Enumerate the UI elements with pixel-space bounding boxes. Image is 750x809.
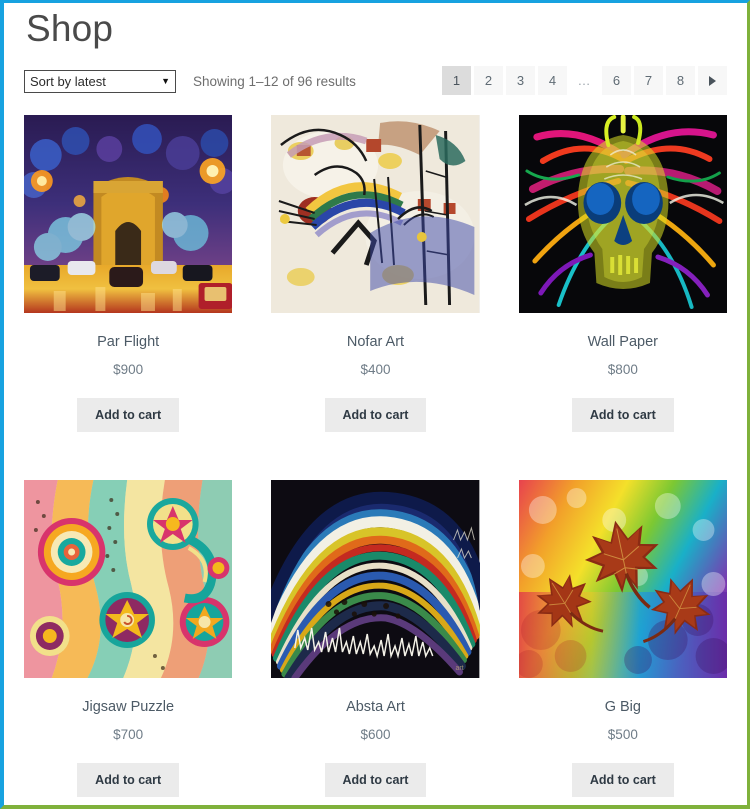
svg-text:art: art <box>456 665 464 672</box>
product-card: art Absta Art $600 Add to cart <box>271 480 480 798</box>
sort-select[interactable]: Sort by latest <box>24 69 176 93</box>
shop-toolbar: Sort by latest ▼ Showing 1–12 of 96 resu… <box>24 66 727 96</box>
product-image-jigsaw-puzzle[interactable] <box>24 480 233 679</box>
product-image-g-big[interactable] <box>518 480 727 679</box>
product-card: Nofar Art $400 Add to cart <box>271 115 480 433</box>
pagination-page-1[interactable]: 1 <box>442 66 471 96</box>
product-title[interactable]: Wall Paper <box>519 334 727 350</box>
pagination-page-8[interactable]: 8 <box>666 66 695 96</box>
product-card: Par Flight $900 Add to cart <box>24 115 233 433</box>
product-title[interactable]: Absta Art <box>271 699 479 715</box>
product-price: $700 <box>113 727 144 743</box>
pagination-page-7[interactable]: 7 <box>634 66 663 96</box>
product-title[interactable]: G Big <box>519 699 727 715</box>
product-image-par-flight[interactable] <box>24 115 233 314</box>
shop-page: Shop Sort by latest ▼ Showing 1–12 of 96… <box>0 0 750 809</box>
pagination-ellipsis: … <box>570 66 599 96</box>
product-card: Jigsaw Puzzle $700 Add to cart <box>24 480 233 798</box>
product-price: $500 <box>607 727 638 743</box>
arrow-right-icon <box>709 75 716 86</box>
add-to-cart-button[interactable]: Add to cart <box>324 398 427 433</box>
product-card: G Big $500 Add to cart <box>518 480 727 798</box>
sort-select-wrapper: Sort by latest ▼ <box>24 69 176 93</box>
product-card: Wall Paper $800 Add to cart <box>518 115 727 433</box>
add-to-cart-button[interactable]: Add to cart <box>324 763 427 798</box>
product-image-nofar-art[interactable] <box>271 115 480 314</box>
pagination: 1 2 3 4 … 6 7 8 <box>442 66 727 96</box>
add-to-cart-button[interactable]: Add to cart <box>77 763 180 798</box>
product-image-wall-paper[interactable] <box>518 115 727 314</box>
product-grid: Par Flight $900 Add to cart Nofar Art $4… <box>24 115 727 798</box>
result-count: Showing 1–12 of 96 results <box>193 73 356 89</box>
pagination-page-4[interactable]: 4 <box>538 66 567 96</box>
add-to-cart-button[interactable]: Add to cart <box>571 763 674 798</box>
add-to-cart-button[interactable]: Add to cart <box>571 398 674 433</box>
pagination-next-button[interactable] <box>698 66 727 96</box>
product-title[interactable]: Nofar Art <box>271 334 479 350</box>
product-title[interactable]: Par Flight <box>24 334 232 350</box>
product-price: $800 <box>607 362 638 378</box>
pagination-page-3[interactable]: 3 <box>506 66 535 96</box>
pagination-page-2[interactable]: 2 <box>474 66 503 96</box>
add-to-cart-button[interactable]: Add to cart <box>77 398 180 433</box>
product-price: $600 <box>360 727 391 743</box>
product-price: $900 <box>113 362 144 378</box>
product-title[interactable]: Jigsaw Puzzle <box>24 699 232 715</box>
product-image-absta-art[interactable]: art <box>271 480 480 679</box>
page-title: Shop <box>26 8 114 49</box>
product-price: $400 <box>360 362 391 378</box>
pagination-page-6[interactable]: 6 <box>602 66 631 96</box>
